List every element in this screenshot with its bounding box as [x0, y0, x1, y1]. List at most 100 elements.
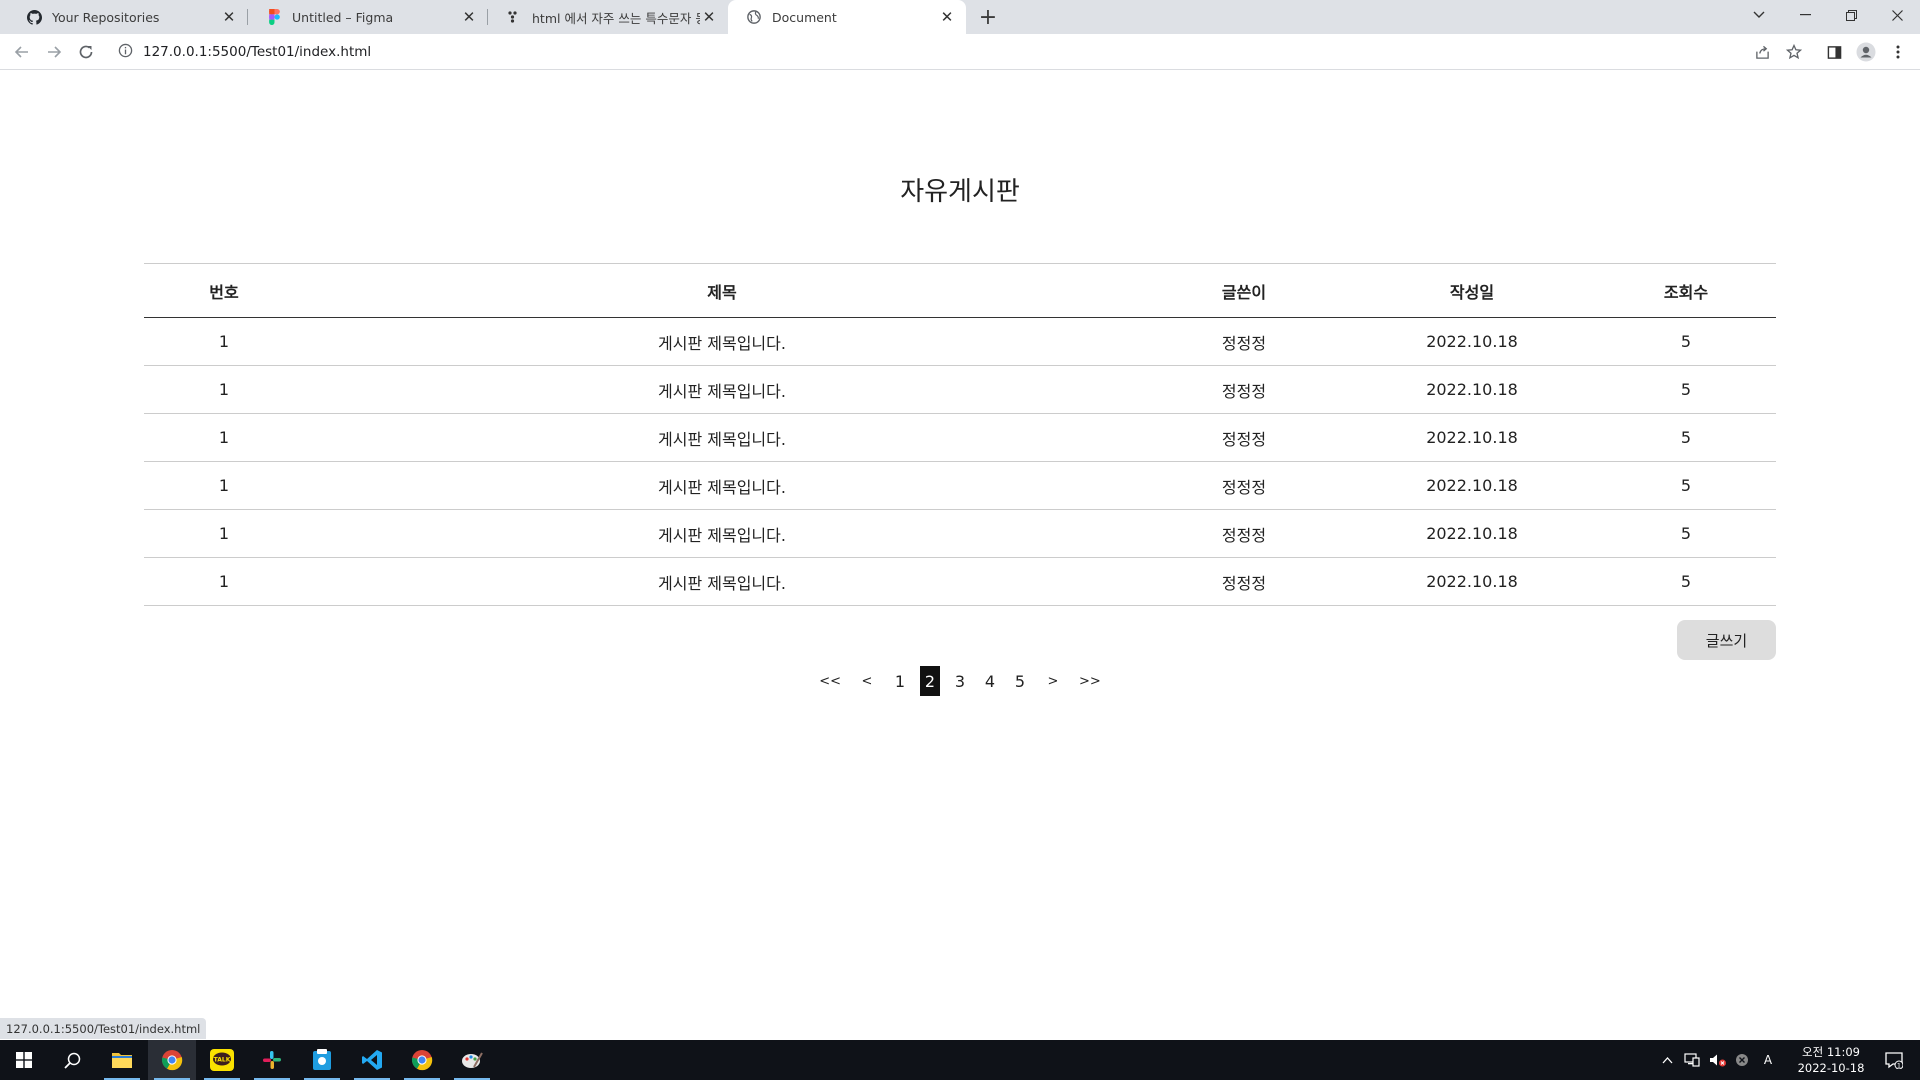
pagination-page-4[interactable]: 4	[980, 666, 1000, 696]
kakaotalk-icon[interactable]: TALK	[198, 1040, 246, 1080]
tab-label: html 에서 자주 쓰는 특수문자 등	[532, 10, 700, 26]
more-menu-icon[interactable]	[1884, 38, 1912, 66]
tab-search-icon[interactable]	[1736, 0, 1782, 30]
table-row[interactable]: 1 게시판 제목입니다. 정정정 2022.10.18 5	[144, 462, 1776, 510]
tab-label: Your Repositories	[52, 9, 160, 25]
cell-writer: 정정정	[1221, 477, 1267, 497]
tab-special-characters[interactable]: html 에서 자주 쓰는 특수문자 등 ✕	[488, 0, 728, 34]
chrome-icon[interactable]	[398, 1040, 446, 1080]
app-icon[interactable]	[298, 1040, 346, 1080]
pagination-next[interactable]: >	[1043, 666, 1063, 696]
side-panel-icon[interactable]	[1820, 38, 1848, 66]
cell-number: 1	[218, 524, 230, 543]
clock-date: 2022-10-18	[1797, 1061, 1865, 1075]
table-row[interactable]: 1 게시판 제목입니다. 정정정 2022.10.18 5	[144, 414, 1776, 462]
file-explorer-icon[interactable]	[98, 1040, 146, 1080]
new-tab-button[interactable]: +	[976, 5, 1000, 30]
ime-indicator[interactable]: A	[1756, 1040, 1780, 1080]
profile-avatar[interactable]	[1852, 38, 1880, 66]
close-icon[interactable]: ✕	[700, 8, 718, 26]
tab-your-repositories[interactable]: Your Repositories ✕	[8, 0, 248, 34]
share-icon[interactable]	[1748, 38, 1776, 66]
table-row[interactable]: 1 게시판 제목입니다. 정정정 2022.10.18 5	[144, 366, 1776, 414]
pagination-first[interactable]: <<	[819, 666, 841, 696]
chrome-icon[interactable]	[148, 1040, 196, 1080]
close-circle-icon[interactable]	[1730, 1040, 1754, 1080]
taskbar: TALK A 오전 11:09 2022-10-18 1	[0, 1040, 1920, 1080]
reload-button[interactable]	[72, 38, 100, 66]
start-button[interactable]	[0, 1040, 48, 1080]
column-header-views: 조회수	[1663, 282, 1709, 302]
table-header-row: 번호 제목 글쓴이 작성일 조회수	[144, 263, 1776, 318]
cell-title-link[interactable]: 게시판 제목입니다.	[304, 414, 1140, 462]
notification-count: 1	[1897, 1062, 1901, 1070]
info-icon[interactable]	[118, 43, 133, 62]
cell-date: 2022.10.18	[1426, 524, 1518, 543]
forward-button[interactable]	[40, 38, 68, 66]
notification-icon[interactable]: 1	[1874, 1040, 1914, 1080]
search-icon[interactable]	[48, 1040, 96, 1080]
board-table: 번호 제목 글쓴이 작성일 조회수 1 게시판 제목입니다. 정정정 2022.…	[144, 263, 1776, 606]
pagination-page-5[interactable]: 5	[1010, 666, 1030, 696]
cell-views: 5	[1680, 476, 1692, 495]
cell-number: 1	[218, 476, 230, 495]
cell-date: 2022.10.18	[1426, 572, 1518, 591]
close-window-button[interactable]	[1874, 0, 1920, 30]
url-text: 127.0.0.1:5500/Test01/index.html	[143, 44, 372, 60]
cell-date: 2022.10.18	[1426, 476, 1518, 495]
volume-muted-icon[interactable]	[1706, 1040, 1730, 1080]
write-post-button[interactable]: 글쓰기	[1677, 620, 1776, 660]
cell-writer: 정정정	[1221, 573, 1267, 593]
cell-title-link[interactable]: 게시판 제목입니다.	[304, 510, 1140, 558]
pagination-page-1[interactable]: 1	[890, 666, 910, 696]
pagination-prev[interactable]: <	[857, 666, 877, 696]
table-row[interactable]: 1 게시판 제목입니다. 정정정 2022.10.18 5	[144, 558, 1776, 606]
cell-number: 1	[218, 428, 230, 447]
pagination-last[interactable]: >>	[1079, 666, 1101, 696]
cell-views: 5	[1680, 332, 1692, 351]
cell-views: 5	[1680, 572, 1692, 591]
browser-toolbar: 127.0.0.1:5500/Test01/index.html	[0, 34, 1920, 70]
close-icon[interactable]: ✕	[460, 8, 478, 26]
cell-date: 2022.10.18	[1426, 332, 1518, 351]
cell-views: 5	[1680, 380, 1692, 399]
page-title: 자유게시판	[900, 177, 1020, 207]
pagination: << < 1 2 3 4 5 > >>	[0, 666, 1920, 696]
cell-number: 1	[218, 380, 230, 399]
tab-document[interactable]: Document ✕	[728, 0, 966, 34]
cell-title-link[interactable]: 게시판 제목입니다.	[304, 558, 1140, 606]
cell-title-link[interactable]: 게시판 제목입니다.	[304, 318, 1140, 366]
pagination-page-3[interactable]: 3	[950, 666, 970, 696]
cell-date: 2022.10.18	[1426, 428, 1518, 447]
cell-writer: 정정정	[1221, 429, 1267, 449]
slack-icon[interactable]	[248, 1040, 296, 1080]
page-content: 자유게시판 번호 제목 글쓴이 작성일 조회수 1 게시판 제목입니다. 정정정…	[0, 71, 1920, 1039]
figma-icon	[266, 9, 282, 25]
github-icon	[26, 9, 42, 25]
table-row[interactable]: 1 게시판 제목입니다. 정정정 2022.10.18 5	[144, 318, 1776, 366]
network-icon[interactable]	[1680, 1040, 1704, 1080]
table-row[interactable]: 1 게시판 제목입니다. 정정정 2022.10.18 5	[144, 510, 1776, 558]
cell-views: 5	[1680, 428, 1692, 447]
svg-text:TALK: TALK	[214, 1057, 231, 1064]
system-clock[interactable]: 오전 11:09 2022-10-18	[1794, 1044, 1868, 1076]
velog-icon	[506, 9, 522, 25]
cell-title-link[interactable]: 게시판 제목입니다.	[304, 366, 1140, 414]
address-bar[interactable]: 127.0.0.1:5500/Test01/index.html	[110, 38, 1780, 66]
cell-number: 1	[218, 572, 230, 591]
pagination-page-current[interactable]: 2	[920, 666, 940, 696]
tab-figma[interactable]: Untitled – Figma ✕	[248, 0, 488, 34]
restore-button[interactable]	[1828, 0, 1874, 30]
vscode-icon[interactable]	[348, 1040, 396, 1080]
globe-icon	[746, 9, 762, 25]
bookmark-star-icon[interactable]	[1780, 38, 1808, 66]
column-header-title: 제목	[707, 282, 737, 302]
cell-title-link[interactable]: 게시판 제목입니다.	[304, 462, 1140, 510]
close-icon[interactable]: ✕	[220, 8, 238, 26]
paint-icon[interactable]	[448, 1040, 496, 1080]
chevron-up-icon[interactable]	[1656, 1040, 1678, 1080]
cell-date: 2022.10.18	[1426, 380, 1518, 399]
minimize-button[interactable]	[1782, 0, 1828, 30]
back-button[interactable]	[8, 38, 36, 66]
close-icon[interactable]: ✕	[938, 8, 956, 26]
